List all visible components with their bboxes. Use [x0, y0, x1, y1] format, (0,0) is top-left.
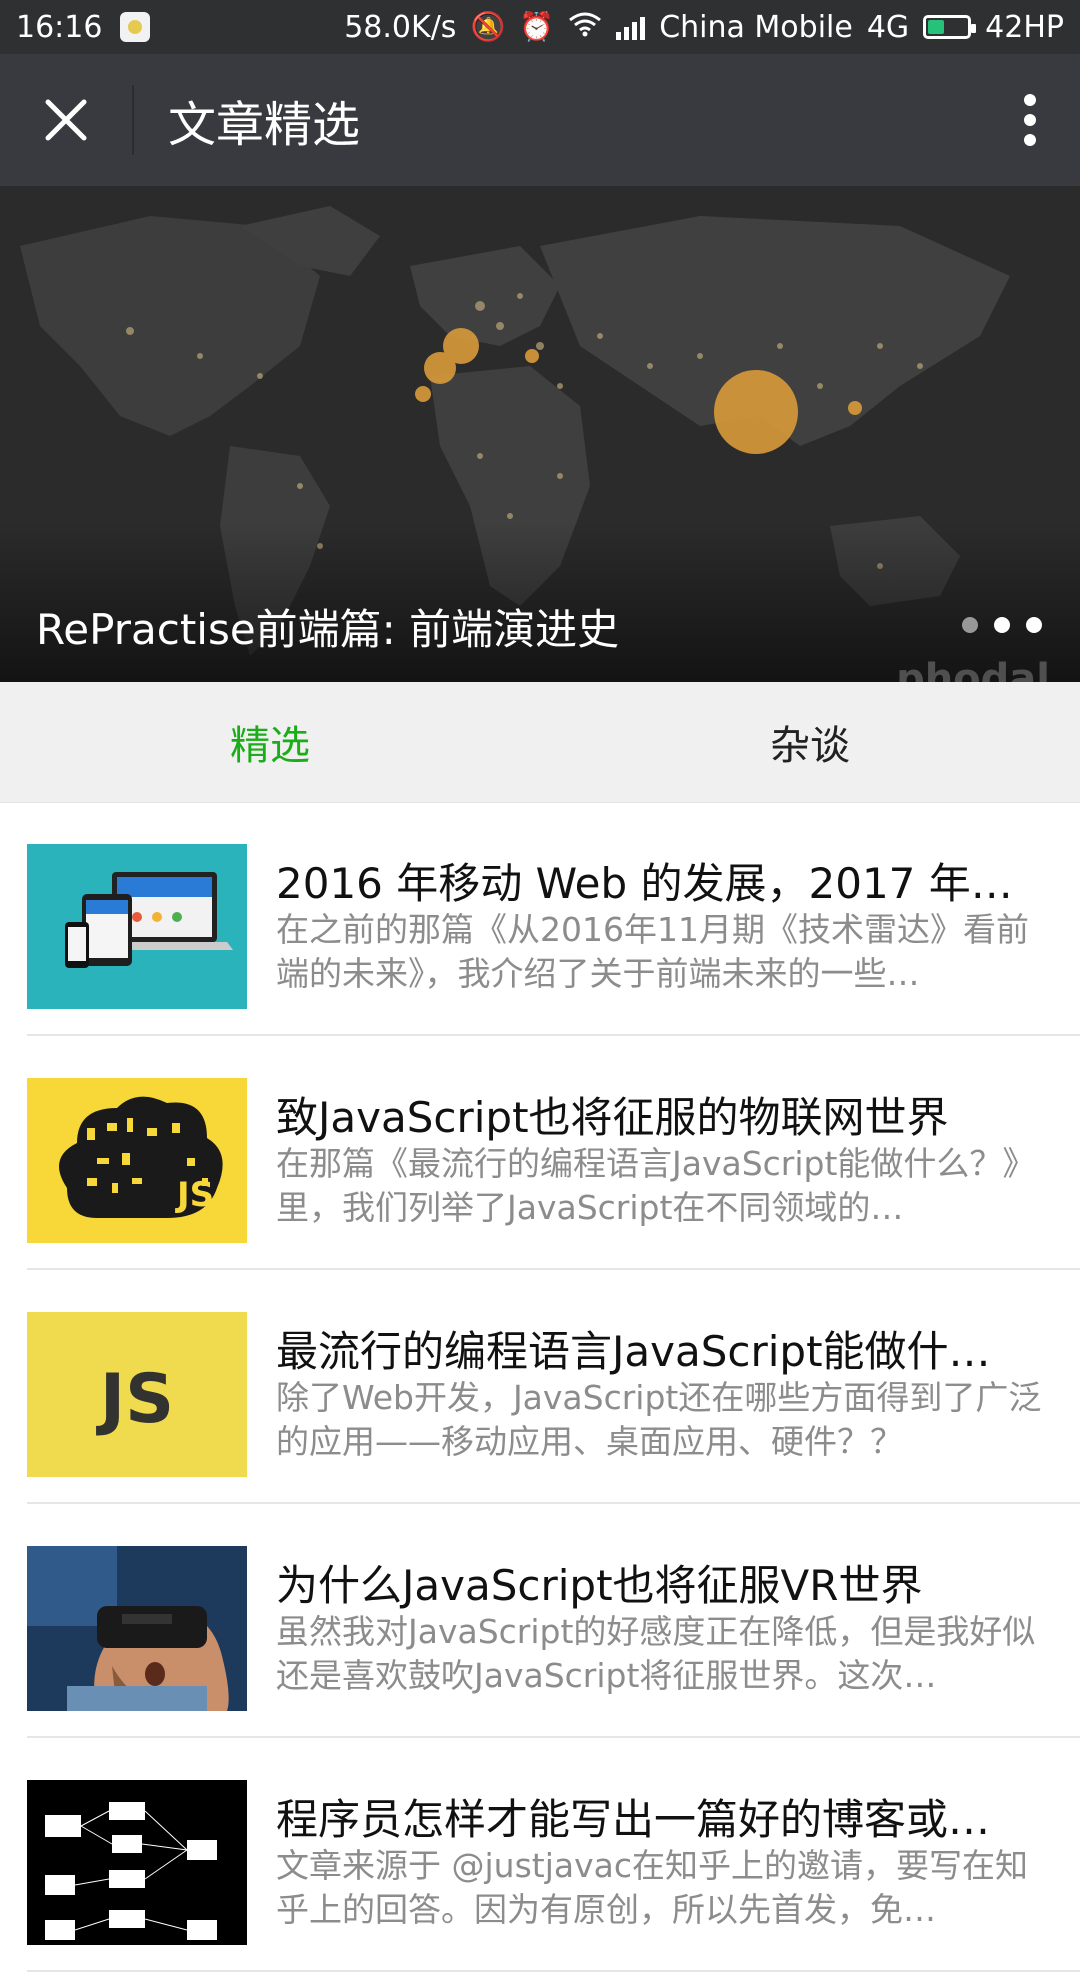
article-title: 为什么JavaScript也将征服VR世界	[276, 1561, 923, 1610]
carousel-indicator	[962, 617, 1042, 633]
carousel-dot[interactable]	[962, 617, 978, 633]
article-title: 最流行的编程语言JavaScript能做什…	[276, 1327, 991, 1376]
title-divider	[132, 85, 134, 155]
article-title: 程序员怎样才能写出一篇好的博客或…	[276, 1795, 991, 1844]
close-button[interactable]	[0, 54, 132, 186]
article-item[interactable]: JS 致JavaScript也将征服的物联网世界 在那篇《最流行的编程语言Jav…	[0, 1036, 1080, 1270]
page-title: 文章精选	[168, 97, 361, 153]
article-item[interactable]: 为什么JavaScript也将征服VR世界 虽然我对JavaScript的好感度…	[0, 1504, 1080, 1738]
article-item[interactable]: 2016 年移动 Web 的发展，2017 年的… 在之前的那篇《从2016年1…	[0, 802, 1080, 1036]
alarm-icon: ⏰	[519, 10, 555, 43]
status-bar: 16:16 58.0K/s 🔕 ⏰ China Mobile 4G 42HP	[0, 0, 1080, 54]
status-time: 16:16	[16, 9, 103, 45]
article-thumbnail	[27, 1546, 247, 1711]
article-desc: 虽然我对JavaScript的好感度正在降低，但是我好似还是喜欢鼓吹JavaSc…	[276, 1612, 1036, 1695]
article-desc: 除了Web开发，JavaScript还在哪些方面得到了广泛的应用——移动应用、桌…	[276, 1378, 1042, 1461]
banner-carousel[interactable]: phodal RePractise前端篇: 前端演进史	[0, 186, 1080, 682]
article-thumbnail	[27, 1780, 247, 1945]
tab-bar: 精选 杂谈	[0, 682, 1080, 803]
banner-watermark: phodal	[896, 656, 1050, 682]
article-title: 致JavaScript也将征服的物联网世界	[276, 1093, 949, 1142]
mute-icon: 🔕	[470, 10, 506, 43]
net-speed: 58.0K/s	[344, 9, 457, 45]
article-item[interactable]: 程序员怎样才能写出一篇好的博客或… 文章来源于 @justjavac在知乎上的邀…	[0, 1738, 1080, 1972]
svg-text:JS: JS	[175, 1175, 214, 1215]
title-bar: 文章精选	[0, 54, 1080, 186]
wifi-icon	[568, 10, 602, 45]
article-title: 2016 年移动 Web 的发展，2017 年的…	[276, 859, 1046, 908]
signal-icon	[616, 14, 646, 40]
battery-icon	[923, 15, 977, 39]
carousel-dot[interactable]	[994, 617, 1010, 633]
carousel-dot[interactable]	[1026, 617, 1042, 633]
article-item[interactable]: JS 最流行的编程语言JavaScript能做什… 除了Web开发，JavaSc…	[0, 1270, 1080, 1504]
more-vertical-icon	[1024, 94, 1036, 146]
article-thumbnail: JS	[27, 1078, 247, 1243]
article-list: 2016 年移动 Web 的发展，2017 年的… 在之前的那篇《从2016年1…	[0, 802, 1080, 1972]
article-thumbnail: JS	[27, 1312, 247, 1477]
article-desc: 在之前的那篇《从2016年11月期《技术雷达》看前端的未来》，我介绍了关于前端未…	[276, 910, 1029, 993]
banner-title: RePractise前端篇: 前端演进史	[36, 605, 620, 654]
tab-featured[interactable]: 精选	[0, 682, 540, 802]
network-type: 4G	[866, 9, 910, 45]
battery-text: 42HP	[985, 9, 1064, 45]
tab-misc[interactable]: 杂谈	[540, 682, 1080, 802]
notification-icon	[120, 12, 151, 42]
article-desc: 在那篇《最流行的编程语言JavaScript能做什么？》里，我们列举了JavaS…	[276, 1144, 1036, 1227]
article-desc: 文章来源于 @justjavac在知乎上的邀请，要写在知乎上的回答。因为有原创，…	[276, 1846, 1028, 1929]
svg-text:JS: JS	[96, 1360, 174, 1439]
close-icon	[45, 99, 87, 141]
more-button[interactable]	[980, 54, 1080, 186]
carrier-name: China Mobile	[659, 9, 853, 45]
article-thumbnail	[27, 844, 247, 1009]
